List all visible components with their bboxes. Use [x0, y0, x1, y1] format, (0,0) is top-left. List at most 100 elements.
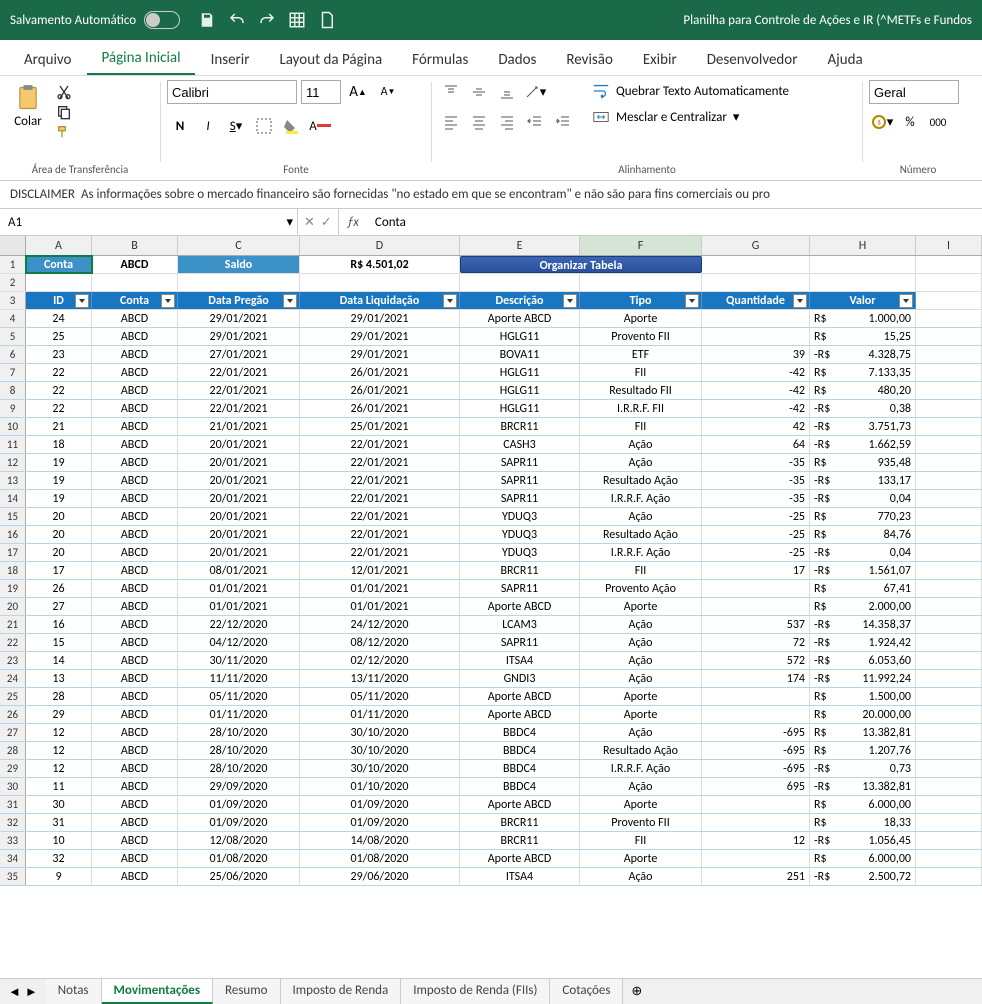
cell[interactable]: 18: [26, 436, 92, 453]
number-format-select[interactable]: [869, 80, 959, 104]
cell[interactable]: [702, 580, 810, 597]
cell[interactable]: 12: [702, 832, 810, 849]
row-header[interactable]: 27: [0, 724, 26, 741]
cell[interactable]: -R$0,04: [810, 490, 916, 507]
cell[interactable]: ABCD: [92, 688, 178, 705]
cell[interactable]: 19: [26, 490, 92, 507]
cell[interactable]: 20/01/2021: [178, 526, 300, 543]
row-header[interactable]: 30: [0, 778, 26, 795]
cell[interactable]: Aporte ABCD: [460, 598, 580, 615]
cell[interactable]: [702, 598, 810, 615]
cell[interactable]: 695: [702, 778, 810, 795]
cell[interactable]: 22/01/2021: [178, 400, 300, 417]
cell[interactable]: R$6.000,00: [810, 796, 916, 813]
chevron-down-icon[interactable]: ▾: [286, 215, 293, 230]
cell[interactable]: 24: [26, 310, 92, 327]
cell[interactable]: Aporte ABCD: [460, 706, 580, 723]
cell[interactable]: Aporte ABCD: [460, 688, 580, 705]
formula-input[interactable]: Conta: [367, 209, 982, 235]
cell[interactable]: R$67,41: [810, 580, 916, 597]
row-header[interactable]: 34: [0, 850, 26, 867]
cell[interactable]: 28/10/2020: [178, 742, 300, 759]
cell[interactable]: I.R.R.F. FII: [580, 400, 702, 417]
grow-font-icon[interactable]: A▲: [345, 80, 371, 104]
cell[interactable]: SAPR11: [460, 454, 580, 471]
row-header[interactable]: 5: [0, 328, 26, 345]
cell[interactable]: 29/01/2021: [300, 310, 460, 327]
cell[interactable]: ABCD: [92, 814, 178, 831]
cell[interactable]: 29/01/2021: [300, 328, 460, 345]
th-id[interactable]: ID: [26, 292, 92, 309]
cell[interactable]: 72: [702, 634, 810, 651]
cell[interactable]: ABCD: [92, 634, 178, 651]
cell[interactable]: 25/06/2020: [178, 868, 300, 885]
cell[interactable]: HGLG11: [460, 382, 580, 399]
currency-icon[interactable]: $▾: [869, 110, 895, 134]
cell[interactable]: Ação: [580, 652, 702, 669]
cell[interactable]: -R$4.328,75: [810, 346, 916, 363]
cell[interactable]: 22/01/2021: [300, 436, 460, 453]
cell[interactable]: -R$13.382,81: [810, 778, 916, 795]
cell[interactable]: FII: [580, 832, 702, 849]
cell[interactable]: 01/08/2020: [300, 850, 460, 867]
cell[interactable]: R$7.133,35: [810, 364, 916, 381]
bold-button[interactable]: N: [167, 114, 193, 138]
cell[interactable]: ABCD: [92, 796, 178, 813]
row-header[interactable]: 26: [0, 706, 26, 723]
cell[interactable]: 08/01/2021: [178, 562, 300, 579]
row-header[interactable]: 24: [0, 670, 26, 687]
cell[interactable]: [702, 850, 810, 867]
filter-icon[interactable]: [161, 294, 175, 308]
cell[interactable]: 17: [26, 562, 92, 579]
orientation-icon[interactable]: ▾: [522, 80, 548, 104]
cell[interactable]: 01/09/2020: [178, 814, 300, 831]
cell[interactable]: 26: [26, 580, 92, 597]
cell[interactable]: -R$1.924,42: [810, 634, 916, 651]
cell[interactable]: 14: [26, 652, 92, 669]
cell[interactable]: -R$133,17: [810, 472, 916, 489]
col-header-D[interactable]: D: [300, 236, 460, 255]
cell[interactable]: Ação: [580, 436, 702, 453]
cell[interactable]: 26/01/2021: [300, 400, 460, 417]
cell[interactable]: BBDC4: [460, 778, 580, 795]
row-header[interactable]: 12: [0, 454, 26, 471]
cell[interactable]: 01/01/2021: [300, 580, 460, 597]
cell[interactable]: ABCD: [92, 616, 178, 633]
sheet-tab-cotações[interactable]: Cotações: [550, 979, 623, 1004]
cell[interactable]: 05/11/2020: [300, 688, 460, 705]
cell[interactable]: 13/11/2020: [300, 670, 460, 687]
cell[interactable]: 01/09/2020: [300, 796, 460, 813]
prev-sheet-icon[interactable]: ◄: [8, 984, 21, 1000]
fill-color-button[interactable]: [279, 114, 305, 138]
cell[interactable]: 08/12/2020: [300, 634, 460, 651]
cell[interactable]: -25: [702, 508, 810, 525]
cell[interactable]: Aporte ABCD: [460, 310, 580, 327]
align-center-icon[interactable]: [466, 110, 492, 134]
cell[interactable]: 19: [26, 472, 92, 489]
cell[interactable]: Aporte: [580, 598, 702, 615]
ribbon-tab-página-inicial[interactable]: Página Inicial: [87, 41, 194, 75]
cell[interactable]: SAPR11: [460, 490, 580, 507]
cell[interactable]: ABCD: [92, 742, 178, 759]
cell[interactable]: 12: [26, 760, 92, 777]
cell[interactable]: 22/01/2021: [178, 364, 300, 381]
cell[interactable]: R$6.000,00: [810, 850, 916, 867]
increase-indent-icon[interactable]: [550, 110, 576, 134]
cell[interactable]: BBDC4: [460, 724, 580, 741]
cell[interactable]: -25: [702, 526, 810, 543]
cell[interactable]: Aporte: [580, 706, 702, 723]
row-header[interactable]: 10: [0, 418, 26, 435]
cell[interactable]: ABCD: [92, 580, 178, 597]
cell[interactable]: 16: [26, 616, 92, 633]
row-header[interactable]: 18: [0, 562, 26, 579]
cell[interactable]: HGLG11: [460, 328, 580, 345]
cell[interactable]: ABCD: [92, 670, 178, 687]
cell[interactable]: 537: [702, 616, 810, 633]
cell[interactable]: ABCD: [92, 760, 178, 777]
cell[interactable]: R$15,25: [810, 328, 916, 345]
cell[interactable]: ABCD: [92, 724, 178, 741]
cell[interactable]: -35: [702, 454, 810, 471]
cell[interactable]: 25: [26, 328, 92, 345]
cell[interactable]: ABCD: [92, 832, 178, 849]
cell[interactable]: 10: [26, 832, 92, 849]
